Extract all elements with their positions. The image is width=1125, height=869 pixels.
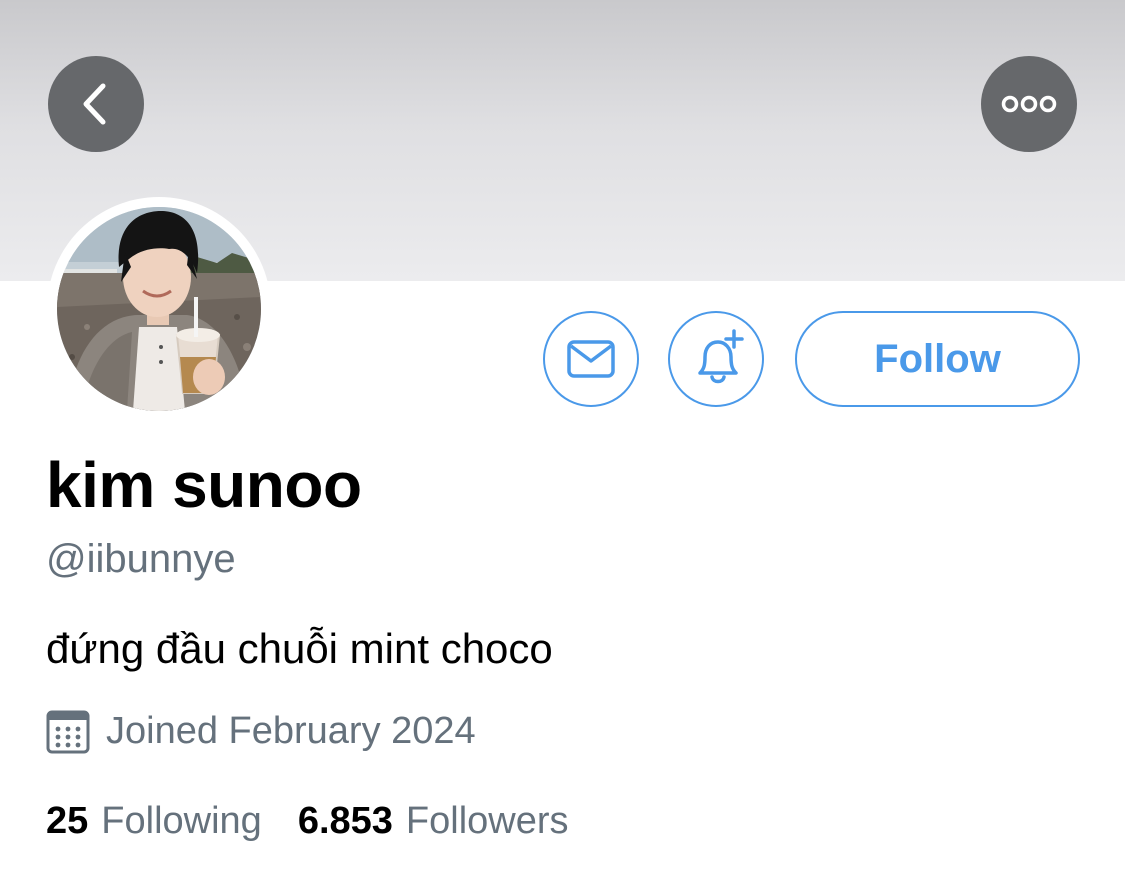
followers-count[interactable]: 6.853 [298, 800, 393, 843]
following-count[interactable]: 25 [46, 800, 88, 843]
user-handle: @iibunnye [46, 537, 236, 581]
message-button[interactable] [543, 311, 639, 407]
joined-info: Joined February 2024 [46, 705, 476, 757]
notifications-button[interactable] [668, 311, 764, 407]
back-button[interactable] [48, 56, 144, 152]
follow-button[interactable]: Follow [795, 311, 1080, 407]
chevron-left-icon [83, 83, 106, 125]
more-options-button[interactable] [981, 56, 1077, 152]
display-name: kim sunoo [46, 449, 362, 521]
avatar[interactable] [57, 207, 261, 411]
joined-date: Joined February 2024 [106, 709, 476, 752]
following-label[interactable]: Following [101, 800, 262, 843]
followers-label[interactable]: Followers [406, 800, 569, 843]
profile-bio: đứng đầu chuỗi mint choco [46, 625, 553, 672]
avatar-photo [57, 207, 261, 411]
mail-icon [567, 340, 615, 378]
calendar-icon [46, 710, 90, 754]
ellipsis-icon [1001, 95, 1057, 113]
bell-plus-icon [698, 329, 744, 384]
follow-stats: 25 Following 6.853 Followers [46, 796, 569, 846]
